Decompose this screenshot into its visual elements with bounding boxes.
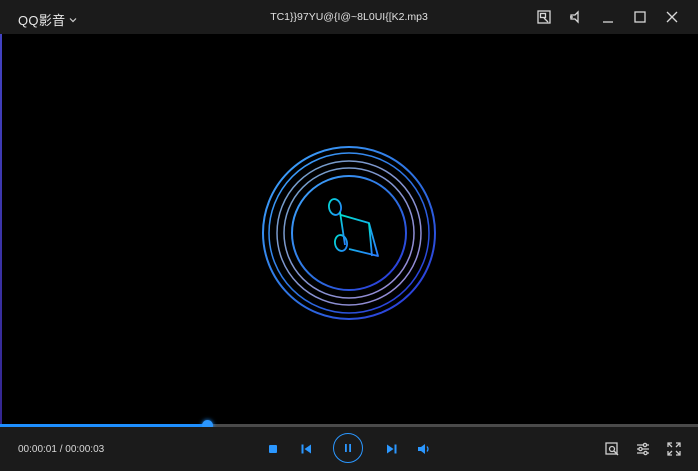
stop-button[interactable] — [266, 442, 280, 456]
volume-button[interactable] — [416, 441, 432, 457]
music-note-disc-icon — [262, 146, 436, 320]
app-menu-button[interactable]: QQ影音 — [18, 10, 78, 29]
fullscreen-icon — [667, 442, 681, 456]
maximize-button[interactable] — [624, 0, 656, 34]
previous-button[interactable] — [298, 441, 314, 457]
maximize-icon — [634, 11, 646, 23]
control-bar: 00:00:01 / 00:00:03 — [0, 427, 698, 471]
close-icon — [666, 11, 678, 23]
chevron-down-icon — [70, 17, 77, 22]
screenshot-button[interactable] — [603, 440, 621, 458]
play-pause-button[interactable] — [333, 433, 363, 463]
screenshot-icon — [605, 442, 619, 456]
mini-mode-button[interactable] — [528, 0, 560, 34]
title-bar: QQ影音 TC1}}97YU@{I@~8L0UI{[K2.mp3 — [0, 0, 698, 34]
settings-button[interactable] — [634, 440, 652, 458]
volume-icon — [418, 444, 429, 454]
file-title-text: TC1}}97YU@{I@~8L0UI{[K2.mp3 — [270, 11, 428, 23]
app-brand-label: QQ影音 — [18, 13, 66, 28]
pin-icon — [570, 10, 579, 24]
next-icon — [387, 444, 397, 454]
close-button[interactable] — [656, 0, 688, 34]
time-display: 00:00:01 / 00:00:03 — [18, 444, 105, 455]
previous-icon — [301, 444, 311, 454]
next-button[interactable] — [384, 441, 400, 457]
mini-mode-icon — [537, 10, 551, 24]
stop-icon — [269, 445, 277, 453]
window-edge-accent — [0, 34, 2, 424]
settings-icon — [637, 442, 649, 456]
fullscreen-button[interactable] — [665, 440, 683, 458]
pause-icon — [345, 444, 351, 452]
minimize-icon — [603, 21, 613, 23]
pin-button[interactable] — [560, 0, 592, 34]
minimize-button[interactable] — [592, 0, 624, 34]
